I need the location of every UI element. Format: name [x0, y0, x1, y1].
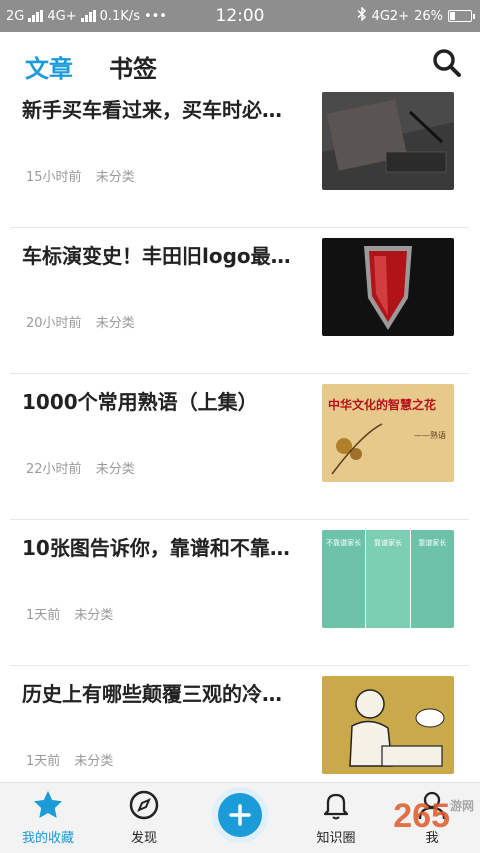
battery-icon	[448, 10, 475, 22]
network-label: 4G2+	[371, 8, 410, 24]
article-title: 车标演变史！丰田旧logo最…	[22, 244, 291, 268]
thumbnail-column-label: 不靠谱家长	[326, 539, 362, 547]
site-watermark: 265游网	[393, 797, 474, 835]
article-thumbnail	[322, 676, 454, 774]
bluetooth-icon	[357, 6, 367, 25]
article-thumbnail: 中华文化的智慧之花 ——熟语	[322, 384, 454, 482]
article-time: 1天前	[26, 754, 61, 769]
article-thumbnail: 不靠谱家长 靠谱家长 靠谱家长	[322, 530, 454, 628]
search-icon[interactable]	[432, 48, 462, 78]
list-item[interactable]: 新手买车看过来，买车时必… 15小时前 未分类	[10, 82, 469, 228]
article-list: 新手买车看过来，买车时必… 15小时前 未分类 车标演变史！丰田旧logo最… …	[0, 82, 480, 782]
star-icon	[32, 789, 64, 821]
nav-favorites[interactable]: 我的收藏	[8, 789, 88, 846]
add-button[interactable]	[212, 787, 268, 843]
article-title: 新手买车看过来，买车时必…	[22, 98, 282, 122]
article-title: 10张图告诉你，靠谱和不靠…	[22, 536, 290, 560]
article-title: 历史上有哪些颠覆三观的冷…	[22, 682, 282, 706]
nav-label: 发现	[130, 831, 157, 846]
article-thumbnail	[322, 92, 454, 190]
article-meta: 1天前 未分类	[26, 604, 123, 623]
article-meta: 20小时前 未分类	[26, 312, 145, 331]
battery-percent: 26%	[414, 8, 443, 24]
thumbnail-column-label: 靠谱家长	[373, 539, 402, 547]
bell-icon	[320, 789, 352, 821]
article-title: 1000个常用熟语（上集）	[22, 390, 258, 414]
article-category: 未分类	[74, 754, 114, 769]
article-meta: 1天前 未分类	[26, 750, 123, 769]
article-category: 未分类	[95, 170, 135, 185]
article-category: 未分类	[95, 462, 135, 477]
bottom-nav: 我的收藏 发现 知识圈 我 265游网	[0, 782, 480, 853]
article-thumbnail	[322, 238, 454, 336]
tab-bookmarks[interactable]: 书签	[109, 49, 157, 84]
tab-articles[interactable]: 文章	[25, 49, 73, 84]
status-bar: 2G 4G+ 0.1K/s ••• 12:00 4G2+ 26%	[0, 0, 480, 32]
list-item[interactable]: 车标演变史！丰田旧logo最… 20小时前 未分类	[10, 228, 469, 374]
thumbnail-column-label: 靠谱家长	[418, 539, 447, 547]
list-item[interactable]: 1000个常用熟语（上集） 22小时前 未分类 中华文化的智慧之花 ——熟语	[10, 374, 469, 520]
article-meta: 15小时前 未分类	[26, 166, 145, 185]
article-category: 未分类	[74, 608, 114, 623]
article-category: 未分类	[95, 316, 135, 331]
list-item[interactable]: 10张图告诉你，靠谱和不靠… 1天前 未分类 不靠谱家长 靠谱家长 靠谱家长	[10, 520, 469, 666]
nav-discover[interactable]: 发现	[104, 789, 184, 846]
plus-icon	[229, 804, 251, 826]
nav-label: 知识圈	[316, 831, 356, 846]
article-time: 22小时前	[26, 462, 82, 477]
article-time: 15小时前	[26, 170, 82, 185]
article-meta: 22小时前 未分类	[26, 458, 145, 477]
article-time: 1天前	[26, 608, 61, 623]
compass-icon	[128, 789, 160, 821]
status-right: 4G2+ 26%	[357, 0, 475, 32]
nav-knowledge[interactable]: 知识圈	[296, 789, 376, 846]
list-item[interactable]: 历史上有哪些颠覆三观的冷… 1天前 未分类	[10, 666, 469, 782]
article-time: 20小时前	[26, 316, 82, 331]
nav-label: 我的收藏	[21, 831, 74, 846]
